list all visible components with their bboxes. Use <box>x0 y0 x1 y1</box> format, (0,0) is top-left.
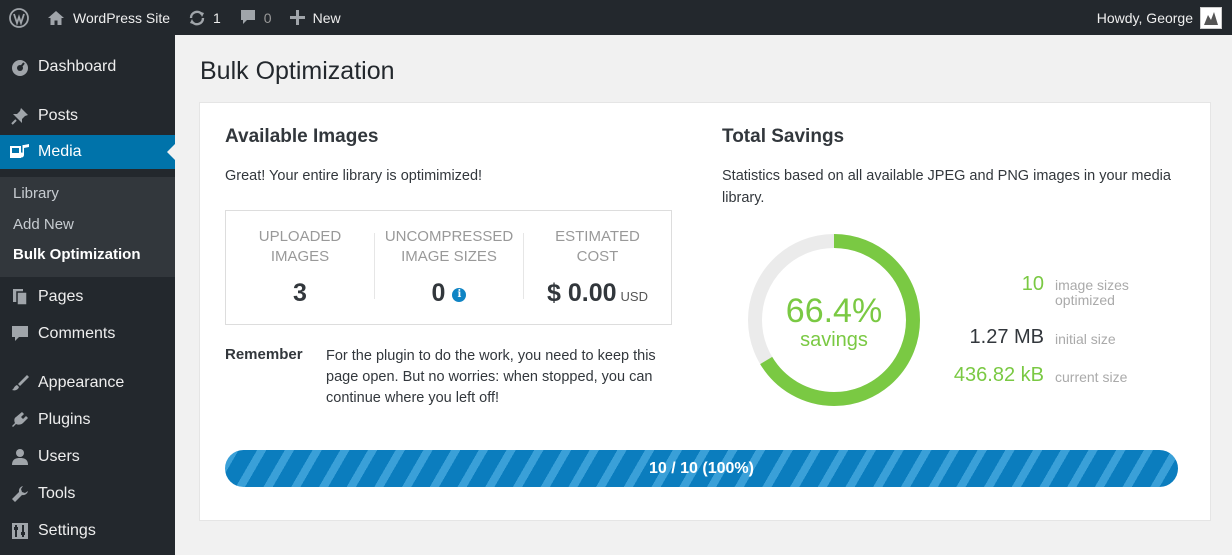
currency-unit: USD <box>620 289 648 304</box>
wordpress-logo-button[interactable] <box>0 0 38 35</box>
sidebar-item-settings[interactable]: Settings <box>0 514 175 548</box>
sidebar-item-label: Media <box>38 143 82 160</box>
new-label: New <box>312 9 341 26</box>
media-submenu: Library Add New Bulk Optimization <box>0 177 175 277</box>
sidebar-item-label: Pages <box>38 288 84 305</box>
updates-link[interactable]: 1 <box>179 0 230 35</box>
stat-label-line: IMAGES <box>270 248 330 265</box>
sidebar-item-label: Users <box>38 448 80 465</box>
updates-count: 1 <box>213 9 221 26</box>
metric-initial-size-label: initial size <box>1055 331 1116 347</box>
new-content-link[interactable]: New <box>281 0 350 35</box>
brush-icon <box>0 373 38 393</box>
library-status-message: Great! Your entire library is optimimize… <box>225 168 483 184</box>
metric-current-size-value: 436.82 kB <box>953 364 1044 386</box>
stat-value-text: 3 <box>293 279 307 307</box>
sidebar-item-label: Plugins <box>38 411 91 428</box>
avatar-image-icon <box>1204 11 1218 25</box>
savings-percent-label: savings <box>800 329 868 351</box>
admin-bar: WordPress Site 1 0 New Howdy, George <box>0 0 1232 35</box>
pin-icon <box>0 106 38 126</box>
pages-icon <box>0 287 38 307</box>
sidebar-item-comments[interactable]: Comments <box>0 317 175 351</box>
info-icon[interactable]: i <box>452 287 467 302</box>
sliders-icon <box>0 521 38 541</box>
sidebar-item-appearance[interactable]: Appearance <box>0 366 175 400</box>
dashboard-icon <box>0 57 38 77</box>
comments-link[interactable]: 0 <box>230 0 281 35</box>
comments-count: 0 <box>263 9 272 26</box>
remember-label: Remember <box>225 346 303 363</box>
sidebar-item-tools[interactable]: Tools <box>0 477 175 511</box>
sidebar-item-pages[interactable]: Pages <box>0 280 175 314</box>
submenu-item-add-new[interactable]: Add New <box>13 216 74 233</box>
comment-icon <box>0 324 38 344</box>
stat-label-line: ESTIMATED <box>555 228 640 245</box>
site-name: WordPress Site <box>73 9 170 26</box>
metric-image-sizes-label: image sizes optimized <box>1055 278 1129 308</box>
user-icon <box>0 447 38 467</box>
stat-value: $ 0.00 USD <box>524 279 671 308</box>
stat-label: ESTIMATED COST <box>524 227 671 267</box>
optimization-progress-bar: 10 / 10 (100%) <box>225 450 1178 487</box>
remember-text: For the plugin to do the work, you need … <box>326 348 656 406</box>
metric-current-size-label: current size <box>1055 369 1128 385</box>
howdy-greeting: Howdy, George <box>1096 9 1193 26</box>
metric-image-sizes-value: 10 <box>1021 273 1044 295</box>
plus-icon <box>289 10 305 25</box>
stat-label-line: UNCOMPRESSED <box>384 228 514 245</box>
sidebar-item-plugins[interactable]: Plugins <box>0 403 175 437</box>
stat-label-line: COST <box>576 248 619 265</box>
stat-value-text: 0 <box>431 279 446 307</box>
metric-label-line: optimized <box>1055 292 1115 308</box>
avatar <box>1200 6 1222 29</box>
sidebar-item-label: Settings <box>38 522 96 539</box>
stat-value-text: $ 0.00 <box>547 279 617 307</box>
wordpress-icon <box>9 7 29 28</box>
sidebar-item-posts[interactable]: Posts <box>0 99 175 133</box>
progress-text: 10 / 10 (100%) <box>649 460 754 477</box>
sidebar-item-label: Dashboard <box>38 58 117 75</box>
metric-initial-size-value: 1.27 MB <box>969 326 1044 348</box>
stat-label-line: IMAGE SIZES <box>401 248 497 265</box>
savings-description: Statistics based on all available JPEG a… <box>722 168 1171 206</box>
media-icon <box>0 142 38 162</box>
stat-estimated-cost: ESTIMATED COST $ 0.00 USD <box>524 211 671 324</box>
savings-percent: 66.4% <box>785 292 883 330</box>
my-account-link[interactable]: Howdy, George <box>1088 0 1232 35</box>
updates-icon <box>189 10 205 25</box>
image-stats-box: UPLOADED IMAGES 3 UNCOMPRESSED IMAGE SIZ… <box>225 210 672 325</box>
stat-value: 0i <box>375 279 523 308</box>
site-name-link[interactable]: WordPress Site <box>38 0 179 35</box>
plug-icon <box>0 410 38 430</box>
sidebar-item-label: Comments <box>38 325 116 342</box>
sidebar-item-label: Posts <box>38 107 79 124</box>
stat-value: 3 <box>226 279 374 308</box>
bulk-optimization-panel: Available Images Great! Your entire libr… <box>199 102 1211 521</box>
home-icon <box>48 10 64 25</box>
submenu-item-library[interactable]: Library <box>13 185 59 202</box>
submenu-item-bulk-optimization[interactable]: Bulk Optimization <box>13 246 141 263</box>
sidebar-item-label: Appearance <box>38 374 125 391</box>
sidebar-item-label: Tools <box>38 485 76 502</box>
sidebar-item-users[interactable]: Users <box>0 440 175 474</box>
stat-label-line: UPLOADED <box>258 228 342 245</box>
total-savings-heading: Total Savings <box>722 126 845 147</box>
stat-label: UPLOADED IMAGES <box>226 227 374 267</box>
sidebar-item-media[interactable]: Media <box>0 135 175 169</box>
stat-uploaded-images: UPLOADED IMAGES 3 <box>226 211 374 324</box>
stat-label: UNCOMPRESSED IMAGE SIZES <box>375 227 523 267</box>
metric-label-line: image sizes <box>1055 277 1129 293</box>
comment-icon <box>240 10 255 24</box>
page-title: Bulk Optimization <box>200 57 395 85</box>
stat-uncompressed-sizes: UNCOMPRESSED IMAGE SIZES 0i <box>375 211 523 324</box>
wrench-icon <box>0 484 38 504</box>
available-images-heading: Available Images <box>225 126 379 147</box>
admin-sidebar: Dashboard Posts Media Library Add New Bu… <box>0 35 175 555</box>
sidebar-item-dashboard[interactable]: Dashboard <box>0 50 175 84</box>
